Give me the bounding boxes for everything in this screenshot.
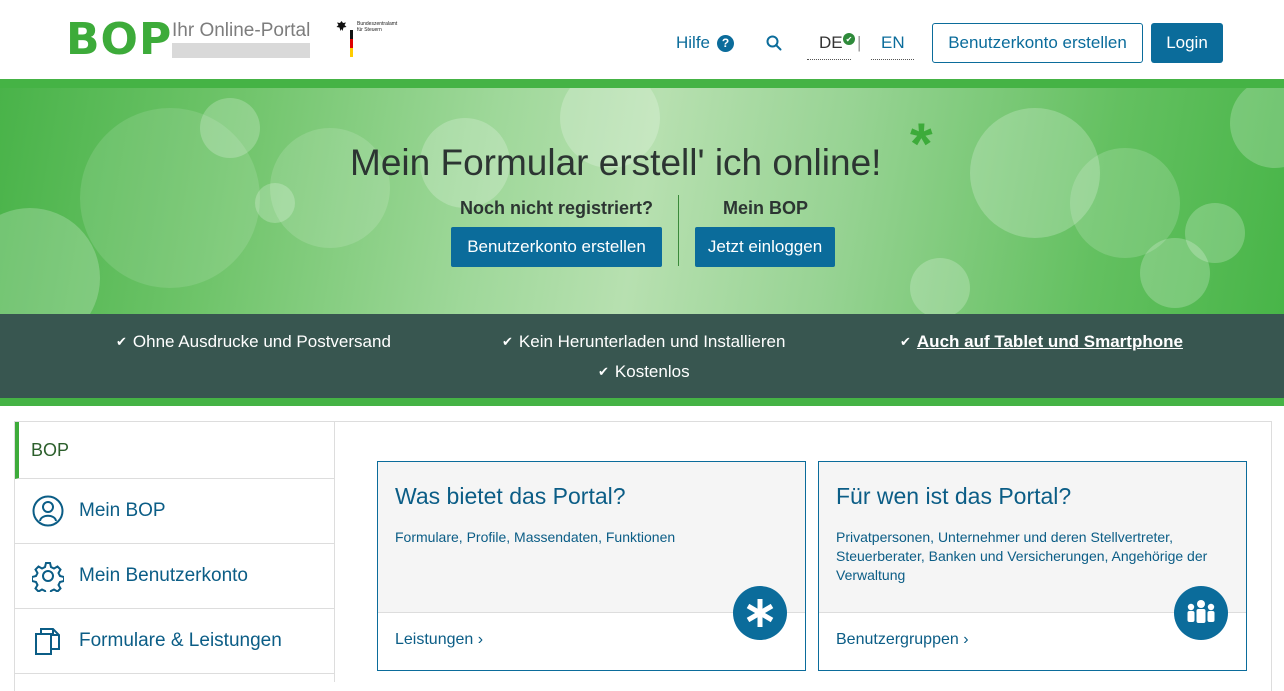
sidebar-item-mein-bop[interactable]: Mein BOP (15, 479, 335, 544)
not-registered-label: Noch nicht registriert? (460, 198, 654, 218)
checkmark-icon: ✔ (116, 334, 127, 349)
agency-logo[interactable]: Bundeszentralamt für Steuern (335, 20, 405, 58)
leistungen-link[interactable]: Leistungen › (395, 631, 483, 649)
bokeh-bubble (80, 108, 260, 288)
card-description: Privatpersonen, Unternehmer und deren St… (836, 529, 1208, 583)
checkmark-icon: ✔ (598, 364, 609, 379)
search-icon[interactable] (765, 34, 783, 52)
checkmark-icon: ✔ (843, 33, 855, 45)
german-flag-stripe (350, 30, 353, 57)
card-description: Formulare, Profile, Massendaten, Funktio… (395, 529, 676, 545)
hero-divider (678, 195, 679, 266)
hero-bottom-stripe (0, 398, 1284, 406)
bokeh-bubble (1230, 88, 1284, 168)
feature-item: ✔ Kein Herunterladen und Installieren (502, 332, 785, 352)
feature-item-link[interactable]: ✔ Auch auf Tablet und Smartphone (900, 332, 1183, 352)
logo-placeholder-bar (172, 43, 310, 58)
sidebar-item-label: Formulare & Leistungen (79, 630, 282, 651)
sidebar-item-benutzerkonto[interactable]: Mein Benutzerkonto (15, 544, 335, 609)
hero-title: Mein Formular erstell' ich online! (350, 142, 882, 183)
portal-audience-card[interactable]: Für wen ist das Portal? Privatpersonen, … (818, 461, 1247, 671)
my-bop-label: Mein BOP (723, 198, 809, 218)
hero-login-button[interactable]: Jetzt einloggen (695, 227, 835, 267)
tablet-smartphone-link[interactable]: Auch auf Tablet und Smartphone (917, 332, 1183, 352)
features-band: ✔ Ohne Ausdrucke und Postversand ✔ Kein … (0, 314, 1284, 398)
portal-offer-card[interactable]: Was bietet das Portal? Formulare, Profil… (377, 461, 806, 671)
feature-item: ✔ Ohne Ausdrucke und Postversand (116, 332, 391, 352)
asterisk-icon (733, 586, 787, 640)
sidebar-item-label: Mein BOP (79, 500, 166, 521)
sidebar-nav: BOP Mein BOP Mein Benutzerkonto Formular… (15, 422, 335, 682)
bokeh-bubble (910, 258, 970, 314)
card-title: Was bietet das Portal? (395, 483, 626, 509)
login-button[interactable]: Login (1151, 23, 1223, 63)
bop-logo[interactable]: BOP (66, 14, 172, 66)
hero-banner: Mein Formular erstell' ich online! * Noc… (0, 88, 1284, 314)
documents-icon (35, 628, 60, 655)
people-glyph (1187, 600, 1215, 623)
site-header: BOP Ihr Online-Portal Bundeszentralamt f… (0, 0, 1284, 79)
user-icon (32, 495, 64, 527)
feature-item: ✔ Kostenlos (598, 362, 690, 382)
checkmark-icon: ✔ (502, 334, 513, 349)
people-group-icon (1174, 586, 1228, 640)
feature-label: Kostenlos (614, 362, 690, 381)
hero-create-account-button[interactable]: Benutzerkonto erstellen (451, 227, 662, 267)
help-label: Hilfe (676, 33, 711, 52)
language-separator: | (857, 33, 862, 52)
agency-name: Bundeszentralamt für Steuern (357, 21, 398, 33)
sidebar-item-label: Mein Benutzerkonto (79, 565, 248, 586)
benutzergruppen-link[interactable]: Benutzergruppen › (836, 631, 969, 649)
hero-top-stripe (0, 79, 1284, 88)
card-title: Für wen ist das Portal? (836, 483, 1072, 509)
checkmark-icon: ✔ (900, 334, 911, 349)
bokeh-bubble (1140, 238, 1210, 308)
asterisk-glyph (746, 599, 774, 627)
sidebar-heading[interactable]: BOP (15, 422, 335, 479)
asterisk-icon: * (910, 112, 933, 177)
sidebar-heading-label: BOP (31, 439, 70, 460)
gear-icon (32, 562, 64, 592)
help-link[interactable]: Hilfe ? (676, 33, 735, 53)
create-account-button[interactable]: Benutzerkonto erstellen (932, 23, 1143, 63)
federal-eagle-icon (336, 21, 347, 31)
language-en[interactable]: EN (871, 33, 914, 60)
question-circle-icon: ? (717, 34, 735, 52)
feature-label: Kein Herunterladen und Installieren (518, 332, 786, 351)
logo-subtitle: Ihr Online-Portal (172, 20, 311, 41)
feature-label: Ohne Ausdrucke und Postversand (132, 332, 391, 351)
sidebar-item-formulare[interactable]: Formulare & Leistungen (15, 609, 335, 674)
